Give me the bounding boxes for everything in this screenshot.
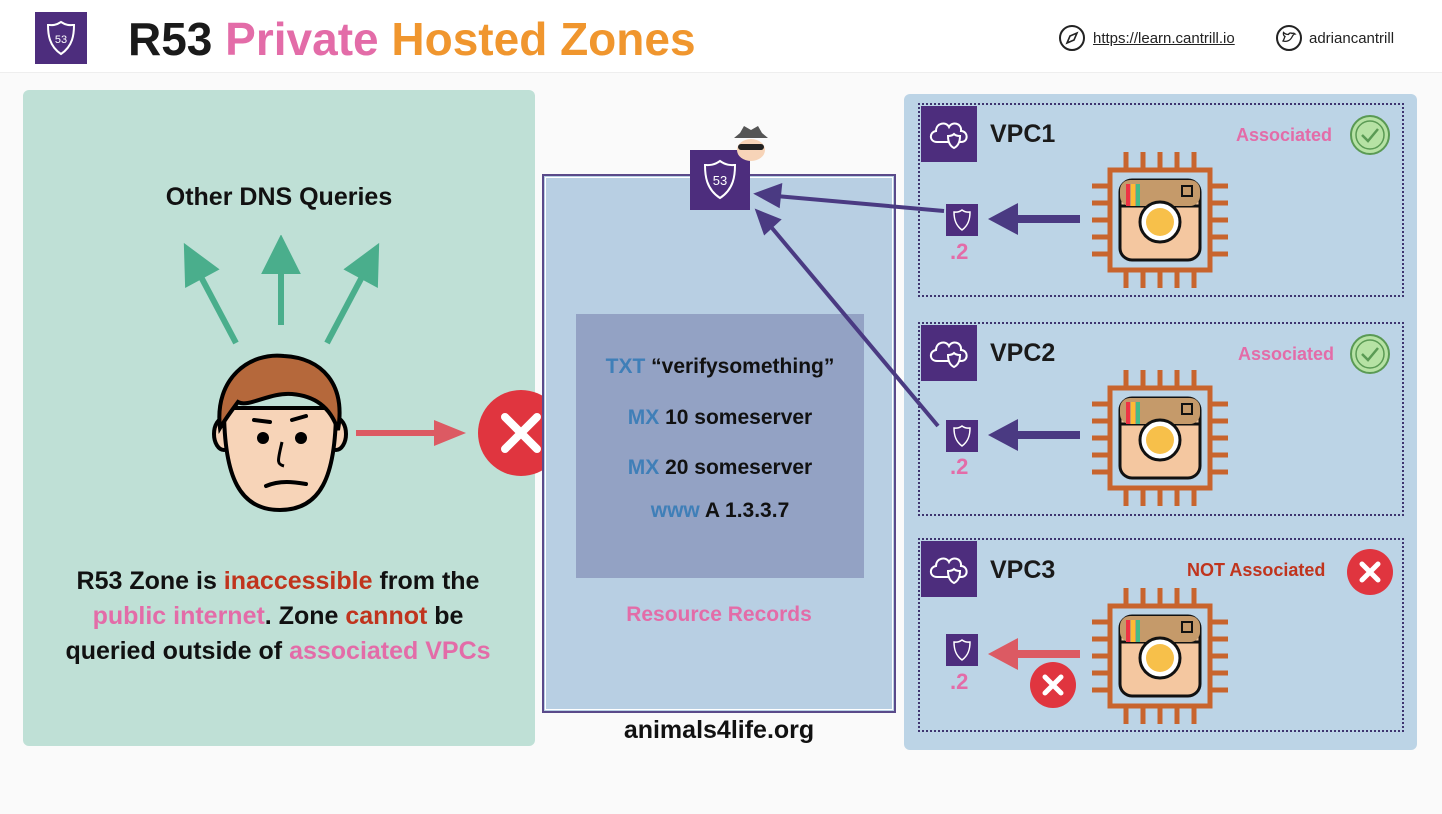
vpc1-to-zone-head (753, 183, 783, 209)
vpc2-resolver-ip: .2 (950, 454, 969, 479)
vpc-cloud-icon (929, 122, 968, 150)
vpc2-cloud-icon (921, 325, 977, 381)
shield-icon (953, 639, 971, 661)
vpc2-status: Associated (1238, 344, 1335, 364)
shield-icon (953, 425, 971, 447)
vpc2-to-zone-line (770, 226, 940, 428)
vpc1-status: Associated (1236, 125, 1333, 145)
vpc-cloud-icon (929, 557, 968, 585)
vpc3-label: VPC3 (990, 556, 1056, 584)
vpc1-resolver-icon (946, 204, 978, 236)
check-icon (1350, 115, 1390, 155)
vpc3-resolver-icon (946, 634, 978, 666)
vpc1-cloud-icon (921, 106, 977, 162)
ec2-instance-icon (1092, 588, 1228, 724)
blocked-x-icon (1030, 662, 1076, 708)
not-associated-x-icon (1347, 549, 1393, 595)
vpc2-label: VPC2 (990, 339, 1056, 367)
vpc1-label: VPC1 (990, 120, 1056, 148)
vpc2-resolver-icon (946, 420, 978, 452)
vpc3-status: NOT Associated (1187, 560, 1326, 580)
shield-icon (953, 209, 971, 231)
vpc3-cloud-icon (921, 541, 977, 597)
vpc-cloud-icon (929, 341, 968, 369)
vpc1-resolver-ip: .2 (950, 239, 969, 264)
ec2-instance-icon (1092, 370, 1228, 506)
vpc1-to-zone-line (775, 194, 945, 213)
check-icon (1350, 334, 1390, 374)
ec2-instance-icon (1092, 152, 1228, 288)
vpc3-resolver-ip: .2 (950, 669, 969, 694)
